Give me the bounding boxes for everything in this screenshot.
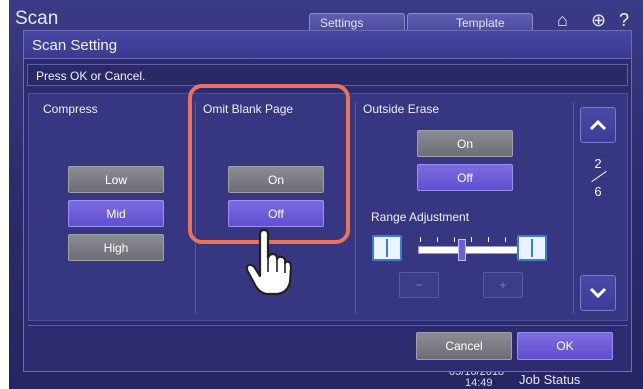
page-current: 2 [594,156,602,171]
page-total: 6 [594,184,602,199]
footer-separator [28,325,628,326]
slider-tick [488,237,489,242]
highlight-frame [188,84,350,244]
outside-erase-title: Outside Erase [363,102,440,116]
range-minus-button[interactable]: − [399,272,439,298]
slider-tick [471,237,472,242]
page-up-button[interactable] [580,107,616,143]
chevron-up-icon [589,119,607,131]
range-slider-track[interactable] [418,246,528,254]
compress-title: Compress [43,102,98,116]
home-icon[interactable]: ⌂ [557,10,568,31]
book-narrow-icon [372,235,402,261]
compress-mid-button[interactable]: Mid [68,200,164,227]
column-divider [355,102,356,314]
footer-time: 14:49 [465,377,493,389]
pointing-hand-icon [245,228,292,296]
app-title: Scan [15,8,59,29]
slider-tick [437,237,438,242]
help-icon[interactable]: ? [619,10,629,31]
cancel-button[interactable]: Cancel [416,332,512,360]
slider-tick [454,237,455,242]
message-text: Press OK or Cancel. [36,69,146,83]
page-down-button[interactable] [580,275,616,311]
page-separator [591,170,607,183]
compress-high-button[interactable]: High [68,234,164,261]
range-slider-thumb[interactable] [458,239,466,261]
slider-tick [505,237,506,242]
chevron-down-icon [589,287,607,299]
job-status-button[interactable]: Job Status [519,372,580,387]
range-adjustment-label: Range Adjustment [371,210,470,224]
range-plus-button[interactable]: + [483,272,523,298]
globe-icon[interactable]: ⊕ [591,10,606,31]
outside-erase-on-button[interactable]: On [417,130,513,157]
slider-tick [420,237,421,242]
dialog-title: Scan Setting [32,37,118,54]
compress-low-button[interactable]: Low [68,166,164,193]
column-divider [573,102,574,314]
ok-button[interactable]: OK [517,332,613,360]
outside-erase-off-button[interactable]: Off [417,164,513,191]
message-bar: Press OK or Cancel. [27,64,628,86]
book-wide-icon [517,235,547,261]
dialog-title-bar: Scan Setting [24,31,631,59]
